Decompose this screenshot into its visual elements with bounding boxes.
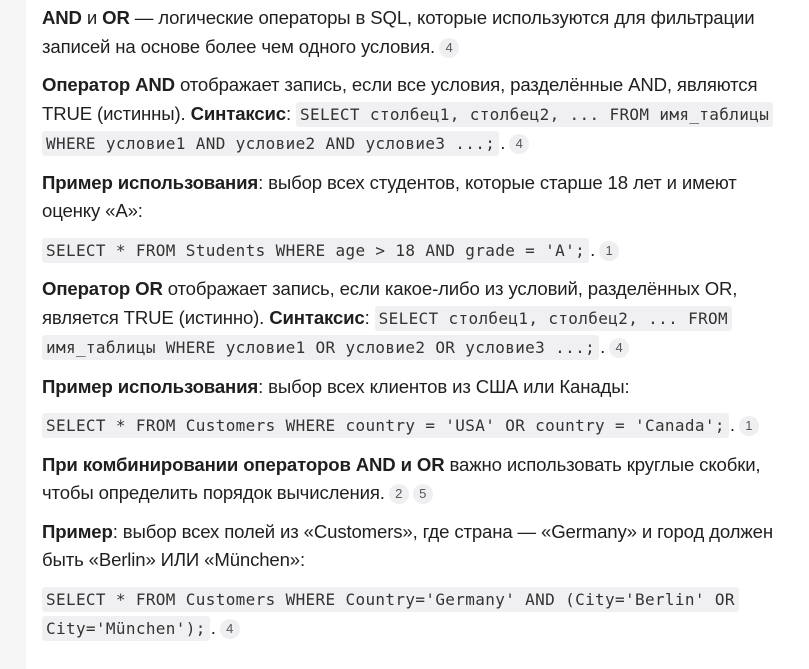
source-ref-badge[interactable]: 2: [388, 484, 409, 504]
source-ref-badge[interactable]: 4: [439, 37, 460, 58]
source-ref-badge[interactable]: 4: [509, 134, 530, 154]
combination-heading: При комбинировании операторов AND и OR: [42, 453, 445, 475]
source-ref-badge[interactable]: 4: [219, 619, 240, 639]
text: : выбор всех клиентов из США или Канады:: [258, 375, 630, 397]
source-ref-badge[interactable]: 1: [599, 240, 620, 261]
example-label: Пример: [42, 520, 113, 542]
answer-content: AND и OR — логические операторы в SQL, к…: [42, 4, 794, 654]
paragraph-and-operator: Оператор AND отображает запись, если все…: [42, 71, 794, 159]
and-operator-heading: Оператор AND: [42, 74, 175, 95]
paragraph-intro: AND и OR — логические операторы в SQL, к…: [42, 4, 794, 61]
text: и: [81, 7, 103, 28]
syntax-label: Синтаксис: [269, 306, 365, 328]
code-germany-query: SELECT * FROM Customers WHERE Country='G…: [42, 586, 739, 641]
syntax-label: Синтаксис: [190, 102, 287, 124]
example-label: Пример использования: [42, 171, 259, 193]
or-operator-heading: Оператор OR: [42, 278, 163, 299]
code-students-query: SELECT * FROM Students WHERE age > 18 AN…: [42, 237, 590, 263]
period: .: [500, 132, 506, 153]
paragraph-or-example: Пример использования: выбор всех клиенто…: [42, 373, 794, 402]
keyword-or: OR: [102, 7, 130, 28]
period: .: [590, 238, 596, 260]
text: :: [364, 306, 375, 328]
period: .: [600, 336, 606, 357]
paragraph-combination: При комбинировании операторов AND и OR в…: [42, 451, 794, 508]
paragraph-or-operator: Оператор OR отображает запись, если како…: [42, 275, 794, 363]
code-line-customers: SELECT * FROM Customers WHERE country = …: [42, 411, 794, 441]
text: :: [285, 102, 296, 124]
code-customers-query: SELECT * FROM Customers WHERE country = …: [42, 413, 729, 438]
paragraph-and-example: Пример использования: выбор всех студент…: [42, 169, 794, 226]
example-label: Пример использования: [42, 375, 259, 397]
text: — логические операторы в SQL, которые ис…: [42, 7, 755, 57]
code-line-germany: SELECT * FROM Customers WHERE Country='G…: [42, 585, 794, 644]
source-ref-badge[interactable]: 5: [412, 484, 433, 504]
source-ref-badge[interactable]: 4: [609, 338, 630, 358]
source-ref-badge[interactable]: 1: [738, 416, 759, 436]
code-line-students: SELECT * FROM Students WHERE age > 18 AN…: [42, 236, 794, 266]
period: .: [729, 414, 735, 435]
period: .: [210, 617, 216, 638]
keyword-and: AND: [42, 7, 82, 28]
paragraph-combination-example: Пример: выбор всех полей из «Customers»,…: [42, 518, 794, 575]
text: : выбор всех полей из «Customers», где с…: [42, 520, 773, 571]
